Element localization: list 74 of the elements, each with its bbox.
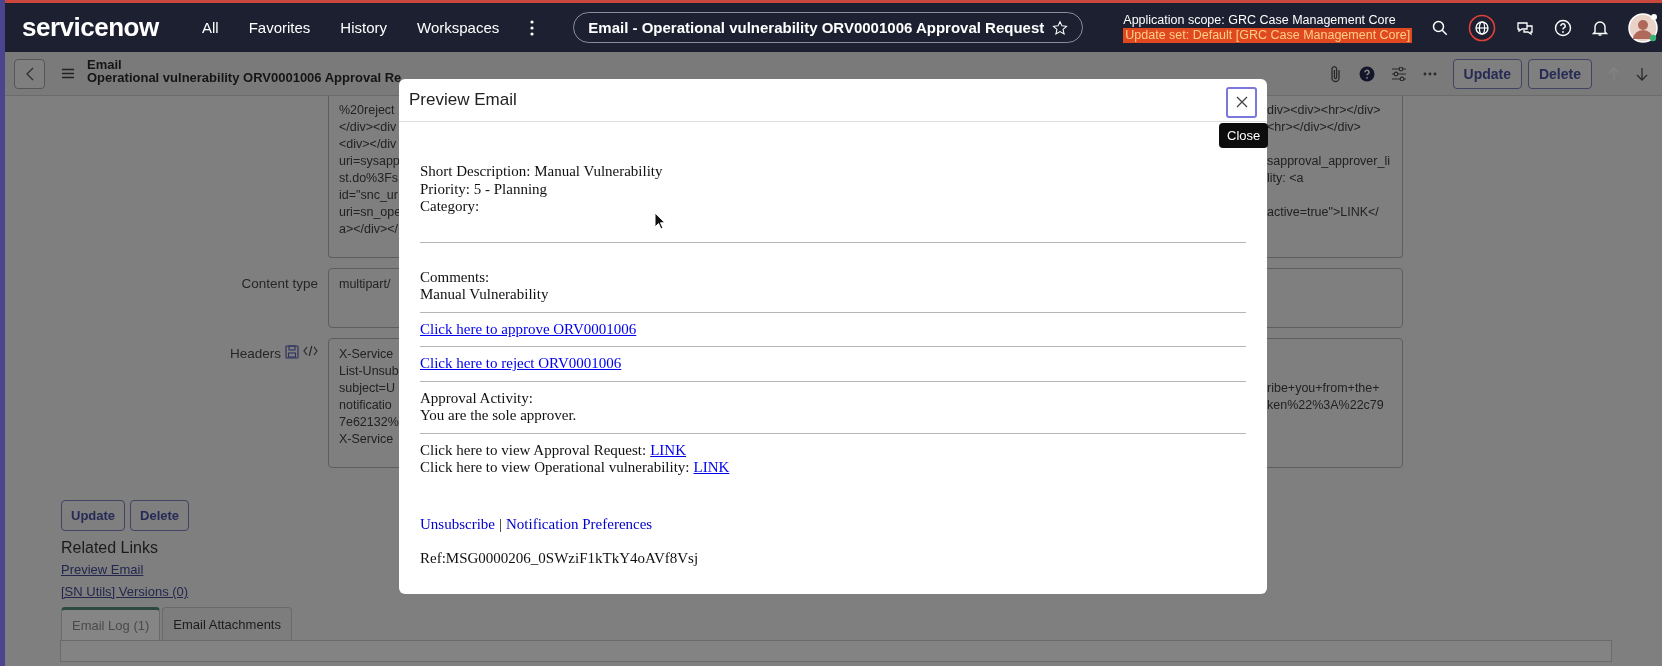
field-text: st.do%3Fs xyxy=(339,170,399,187)
email-link[interactable]: Click here to approve ORV0001006 xyxy=(420,320,637,338)
unsubscribe-link[interactable]: Unsubscribe xyxy=(420,514,495,533)
separator: | xyxy=(499,514,502,533)
field-text: subject=U xyxy=(339,380,395,397)
menu-icon[interactable] xyxy=(61,68,75,79)
sliders-icon[interactable] xyxy=(1390,66,1407,81)
field-text: div><div><hr></div> xyxy=(1267,102,1382,119)
section-heading: Related Links xyxy=(61,538,158,558)
record-title: Email - Operational vulnerability ORV0001006 Approval Request xyxy=(588,19,1045,36)
code-icon[interactable] xyxy=(303,345,318,357)
field-text: sapproval_approver_li xyxy=(1267,153,1391,170)
field-text: a></div></ xyxy=(339,221,399,238)
close-button[interactable] xyxy=(1226,86,1257,118)
globe-icon[interactable] xyxy=(1468,13,1497,42)
email-text: You are the sole approver. xyxy=(420,407,577,425)
close-icon xyxy=(1235,96,1248,108)
search-icon[interactable] xyxy=(1432,19,1449,36)
reference-text: Ref:MSG0000206_0SWziF1kTkY4oAVf8Vsj xyxy=(420,548,699,567)
avatar[interactable] xyxy=(1628,12,1659,43)
field-text: </div><div xyxy=(339,119,397,136)
nav-menu-item[interactable]: All xyxy=(202,19,219,36)
chevron-left-icon xyxy=(25,66,34,81)
field-text: id="snc_ur xyxy=(339,187,398,204)
down-arrow-icon[interactable] xyxy=(1636,66,1648,81)
email-text: Priority: 5 - Planning xyxy=(420,180,548,198)
field-text: lity: <a xyxy=(1267,170,1305,187)
field-text: <hr></div></div> xyxy=(1267,119,1362,136)
field-text: active=true">LINK</ xyxy=(1267,204,1380,221)
application-scope: Application scope: GRC Case Management Core xyxy=(1123,12,1397,28)
email-text: Manual Vulnerability xyxy=(420,286,549,304)
related-link[interactable]: [SN Utils] Versions (0) xyxy=(61,581,189,603)
tab[interactable]: Email Attachments xyxy=(162,607,292,640)
paperclip-icon[interactable] xyxy=(1328,64,1343,83)
save-icon[interactable] xyxy=(285,345,299,359)
logo[interactable]: servicenow xyxy=(22,12,192,43)
chat-icon[interactable] xyxy=(1516,19,1535,36)
field-text: <div></div xyxy=(339,136,397,153)
preferences-link[interactable]: Notification Preferences xyxy=(506,514,653,533)
record-table-name: Email xyxy=(87,57,123,71)
nav-menu-item[interactable]: Workspaces xyxy=(417,19,500,36)
related-link[interactable]: Preview Email xyxy=(61,559,144,581)
email-text: Category: xyxy=(420,198,480,216)
nav-menu-item[interactable]: Favorites xyxy=(248,19,311,36)
email-text: Click here to view Operational vulnerability: xyxy=(420,459,690,477)
email-text: Short Description: Manual Vulnerability xyxy=(420,163,663,181)
field-text: notificatio xyxy=(339,397,392,414)
email-link[interactable]: Click here to reject ORV0001006 xyxy=(420,355,622,373)
record-title: Operational vulnerability ORV0001006 Approval Re xyxy=(87,70,402,84)
field-text: uri=sysapp xyxy=(339,153,400,170)
email-link[interactable]: LINK xyxy=(693,459,730,477)
email-text: Comments: xyxy=(420,268,490,286)
field-text: List-Unsub xyxy=(339,363,399,380)
email-text: Click here to view Approval Request: xyxy=(420,441,647,459)
field-text: multipart/ xyxy=(339,276,391,293)
close-tooltip: Close xyxy=(1219,123,1269,148)
field-text: X-Service xyxy=(339,346,394,363)
email-text: Approval Activity: xyxy=(420,389,533,407)
field-label: Content type xyxy=(241,275,318,292)
help-icon[interactable] xyxy=(1554,18,1573,37)
nav-menu-item[interactable]: History xyxy=(340,19,388,36)
field-label: Headers xyxy=(229,345,281,362)
email-link[interactable]: LINK xyxy=(650,441,687,459)
field-text: 7e62132% xyxy=(339,414,399,431)
field-text: X-Service xyxy=(339,431,394,448)
more-icon[interactable] xyxy=(529,19,536,36)
field-text: ribe+you+from+the+ xyxy=(1267,380,1381,397)
dialog-title: Preview Email xyxy=(409,90,517,110)
bell-icon[interactable] xyxy=(1592,18,1609,37)
cursor-icon xyxy=(654,212,666,230)
field-text: %20reject xyxy=(339,102,395,119)
field-text: ken%22%3A%22c79 xyxy=(1267,397,1385,414)
star-icon[interactable] xyxy=(1052,19,1069,36)
field-text: uri=sn_ope xyxy=(339,204,402,221)
